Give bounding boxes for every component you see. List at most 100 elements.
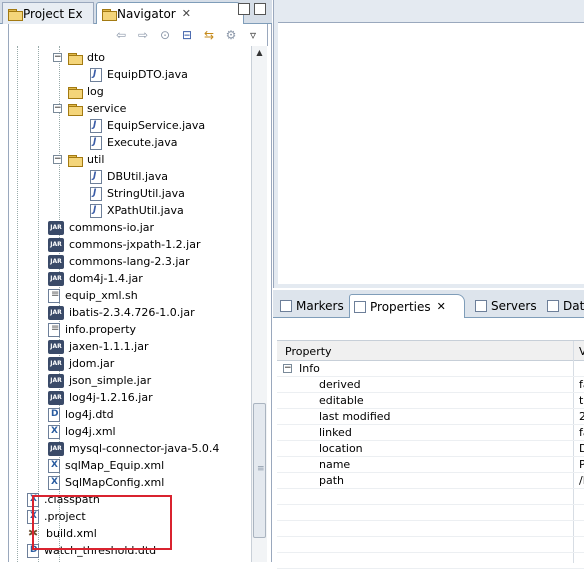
maximize-button[interactable] xyxy=(254,3,266,15)
property-row[interactable]: linked fa xyxy=(277,425,584,441)
tree-item-label: XPathUtil.java xyxy=(107,204,184,217)
xml-file-icon xyxy=(48,475,60,490)
tree-folder[interactable]: − service xyxy=(53,100,126,117)
tree-file[interactable]: XPathUtil.java xyxy=(90,202,184,219)
property-name: location xyxy=(319,442,363,455)
tree-item-label: DBUtil.java xyxy=(107,170,169,183)
jar-file-icon: JAR xyxy=(48,220,64,235)
tree-file[interactable]: JAR commons-lang-2.3.jar xyxy=(48,253,190,270)
tree-file[interactable]: JAR mysql-connector-java-5.0.4 xyxy=(48,440,219,457)
property-name: name xyxy=(319,458,351,471)
collapse-icon[interactable]: − xyxy=(53,155,62,164)
property-value: /P xyxy=(579,474,584,487)
tab-navigator[interactable]: Navigator ✕ xyxy=(96,2,244,24)
empty-property-row xyxy=(277,553,584,569)
tree-item-label: info.property xyxy=(65,323,137,336)
collapse-icon[interactable]: − xyxy=(283,364,292,373)
tree-item-label: dom4j-1.4.jar xyxy=(69,272,143,285)
property-value: fa xyxy=(579,426,584,439)
tree-file[interactable]: JAR ibatis-2.3.4.726-1.0.jar xyxy=(48,304,195,321)
forward-arrow-icon[interactable]: ⇨ xyxy=(135,28,151,42)
tree-item-label: Execute.java xyxy=(107,136,178,149)
tree-file[interactable]: equip_xml.sh xyxy=(48,287,138,304)
property-row[interactable]: derived fa xyxy=(277,377,584,393)
tree-item-label: equip_xml.sh xyxy=(65,289,138,302)
property-row[interactable]: path/P xyxy=(277,473,584,489)
tree-file[interactable]: JAR jdom.jar xyxy=(48,355,114,372)
java-file-icon xyxy=(90,135,102,150)
java-file-icon xyxy=(90,203,102,218)
tree-file[interactable]: EquipDTO.java xyxy=(90,66,188,83)
folder-icon xyxy=(67,52,83,65)
tab-servers[interactable]: Servers xyxy=(471,294,541,318)
jar-file-icon: JAR xyxy=(48,339,64,354)
tree-item-label: log xyxy=(87,85,104,98)
column-header-value[interactable]: V xyxy=(579,345,584,358)
tab-properties[interactable]: Properties ✕ xyxy=(349,294,465,318)
empty-property-row xyxy=(277,537,584,553)
tree-item-label: SqlMapConfig.xml xyxy=(65,476,165,489)
back-arrow-icon[interactable]: ⇦ xyxy=(113,28,129,42)
minimize-button[interactable] xyxy=(238,3,250,15)
tree-item-label: jdom.jar xyxy=(69,357,115,370)
tree-file[interactable]: JAR json_simple.jar xyxy=(48,372,151,389)
close-icon[interactable]: ✕ xyxy=(437,300,446,313)
tree-folder[interactable]: log xyxy=(53,83,104,100)
tree-file[interactable]: Execute.java xyxy=(90,134,178,151)
tree-file[interactable]: sqlMap_Equip.xml xyxy=(48,457,164,474)
java-file-icon xyxy=(90,67,102,82)
tree-file[interactable]: log4j.dtd xyxy=(48,406,114,423)
filter-icon[interactable]: ⚙ xyxy=(223,28,239,42)
tree-file[interactable]: JAR dom4j-1.4.jar xyxy=(48,270,143,287)
property-row[interactable]: last modified 20 xyxy=(277,409,584,425)
tree-folder[interactable]: − util xyxy=(53,151,104,168)
tree-item-label: commons-lang-2.3.jar xyxy=(69,255,190,268)
empty-property-row xyxy=(277,521,584,537)
property-row[interactable]: location D xyxy=(277,441,584,457)
tree-file[interactable]: log4j.xml xyxy=(48,423,116,440)
tab-properties-label: Properties xyxy=(370,299,431,314)
highlight-annotation-box xyxy=(32,495,172,550)
tree-file[interactable]: EquipService.java xyxy=(90,117,205,134)
go-up-icon[interactable]: ⊙ xyxy=(157,28,173,42)
tree-file[interactable]: DBUtil.java xyxy=(90,168,168,185)
scrollbar-thumb[interactable]: ≡ xyxy=(253,403,266,538)
tree-guide-line xyxy=(38,46,39,562)
left-tab-bar: Project Ex Navigator ✕ xyxy=(0,0,272,24)
tree-item-label: util xyxy=(87,153,105,166)
scroll-up-icon[interactable]: ▲ xyxy=(253,48,266,62)
property-value: 20 xyxy=(579,410,584,423)
jar-file-icon: JAR xyxy=(48,271,64,286)
collapse-icon[interactable]: − xyxy=(53,53,62,62)
jar-file-icon: JAR xyxy=(48,356,64,371)
jar-file-icon: JAR xyxy=(48,441,64,456)
tree-file[interactable]: JAR commons-jxpath-1.2.jar xyxy=(48,236,200,253)
tree-folder[interactable]: − dto xyxy=(53,49,105,66)
tree-file[interactable]: info.property xyxy=(48,321,136,338)
tree-file[interactable]: JAR log4j-1.2.16.jar xyxy=(48,389,153,406)
jar-file-icon: JAR xyxy=(48,390,64,405)
tree-file[interactable]: JAR commons-io.jar xyxy=(48,219,154,236)
property-group-info[interactable]: − Info xyxy=(277,361,584,377)
column-header-property[interactable]: Property xyxy=(285,345,332,358)
properties-table: Property V − Info derived fa editable tr las… xyxy=(277,340,584,569)
property-row[interactable]: name Pr xyxy=(277,457,584,473)
tree-file[interactable]: JAR jaxen-1.1.1.jar xyxy=(48,338,148,355)
tree-file[interactable]: StringUtil.java xyxy=(90,185,185,202)
tab-markers[interactable]: Markers xyxy=(276,294,346,318)
tree-file[interactable]: SqlMapConfig.xml xyxy=(48,474,164,491)
view-menu-icon[interactable]: ▿ xyxy=(245,28,261,42)
property-name: linked xyxy=(319,426,352,439)
tree-item-label: log4j.dtd xyxy=(65,408,114,421)
tab-data-source[interactable]: Dat xyxy=(543,294,584,318)
text-file-icon xyxy=(48,288,60,303)
collapse-icon[interactable]: − xyxy=(53,104,62,113)
properties-toolbar xyxy=(273,318,584,334)
tab-project-explorer[interactable]: Project Ex xyxy=(2,2,94,24)
close-icon[interactable]: ✕ xyxy=(182,7,191,20)
tree-scrollbar[interactable]: ▲ ≡ xyxy=(251,46,267,562)
collapse-all-icon[interactable]: ⊟ xyxy=(179,28,195,42)
property-row[interactable]: editable tr xyxy=(277,393,584,409)
link-with-editor-icon[interactable]: ⇆ xyxy=(201,28,217,42)
text-file-icon xyxy=(48,322,60,337)
